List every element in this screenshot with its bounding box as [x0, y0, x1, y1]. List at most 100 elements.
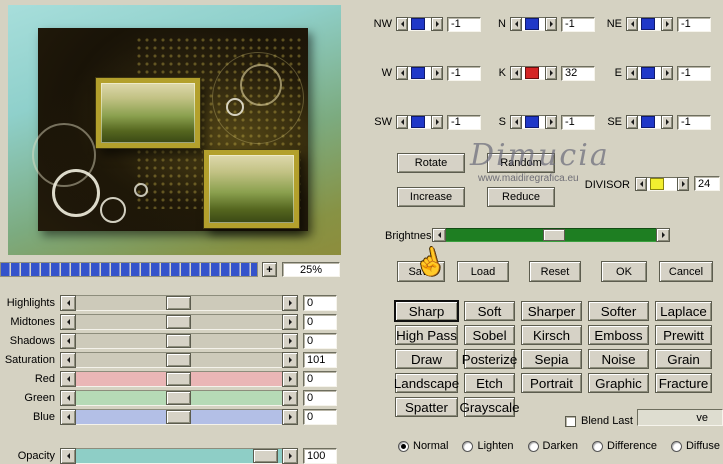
slider-left-arrow[interactable]: [510, 17, 522, 31]
kernel-slider-w[interactable]: [396, 66, 443, 80]
blend-combo-partial[interactable]: ve: [637, 409, 723, 426]
kernel-slider-sw[interactable]: [396, 115, 443, 129]
preset-button-graphic[interactable]: Graphic: [588, 373, 649, 393]
highlights-slider[interactable]: [60, 295, 298, 311]
opacity-slider[interactable]: [60, 448, 298, 464]
kernel-slider-k[interactable]: [510, 66, 557, 80]
slider-thumb[interactable]: [411, 67, 425, 79]
slider-right-arrow[interactable]: [677, 177, 689, 191]
preview-image[interactable]: [8, 5, 341, 255]
slider-left-arrow[interactable]: [60, 333, 76, 349]
preset-button-prewitt[interactable]: Prewitt: [655, 325, 712, 345]
slider-right-arrow[interactable]: [282, 390, 298, 406]
kernel-value-k[interactable]: 32: [561, 66, 595, 81]
slider-thumb[interactable]: [166, 410, 191, 424]
saturation-value[interactable]: 101: [303, 352, 337, 368]
slider-track[interactable]: [408, 115, 431, 129]
blend-last-checkbox[interactable]: Blend Last: [565, 415, 633, 427]
kernel-slider-s[interactable]: [510, 115, 557, 129]
green-slider[interactable]: [60, 390, 298, 406]
preset-button-posterize[interactable]: Posterize: [464, 349, 515, 369]
slider-thumb[interactable]: [166, 353, 191, 367]
blend-mode-darken[interactable]: Darken: [528, 440, 578, 452]
radio-icon[interactable]: [462, 441, 473, 452]
preset-button-soft[interactable]: Soft: [464, 301, 515, 321]
ok-button[interactable]: OK: [601, 261, 647, 282]
cancel-button[interactable]: Cancel: [659, 261, 713, 282]
preset-button-draw[interactable]: Draw: [395, 349, 458, 369]
slider-thumb[interactable]: [166, 296, 191, 310]
slider-right-arrow[interactable]: [282, 314, 298, 330]
kernel-slider-se[interactable]: [626, 115, 673, 129]
blend-mode-difference[interactable]: Difference: [592, 440, 657, 452]
preset-button-landscape[interactable]: Landscape: [395, 373, 458, 393]
slider-thumb[interactable]: [525, 18, 539, 30]
red-value[interactable]: 0: [303, 371, 337, 387]
kernel-value-e[interactable]: -1: [677, 66, 711, 81]
rotate-button[interactable]: Rotate: [397, 153, 465, 173]
preset-button-portrait[interactable]: Portrait: [521, 373, 582, 393]
load-button[interactable]: Load: [457, 261, 509, 282]
slider-track[interactable]: [522, 17, 545, 31]
preset-button-kirsch[interactable]: Kirsch: [521, 325, 582, 345]
divisor-value[interactable]: 24: [694, 176, 720, 191]
slider-left-arrow[interactable]: [60, 448, 76, 464]
preset-button-fracture[interactable]: Fracture: [655, 373, 712, 393]
midtones-slider[interactable]: [60, 314, 298, 330]
slider-thumb[interactable]: [525, 67, 539, 79]
kernel-value-se[interactable]: -1: [677, 115, 711, 130]
midtones-value[interactable]: 0: [303, 314, 337, 330]
kernel-slider-n[interactable]: [510, 17, 557, 31]
slider-thumb[interactable]: [543, 229, 565, 241]
preset-button-spatter[interactable]: Spatter: [395, 397, 458, 417]
slider-right-arrow[interactable]: [545, 66, 557, 80]
radio-icon[interactable]: [398, 441, 409, 452]
highlights-value[interactable]: 0: [303, 295, 337, 311]
slider-right-arrow[interactable]: [661, 17, 673, 31]
shadows-value[interactable]: 0: [303, 333, 337, 349]
blue-slider[interactable]: [60, 409, 298, 425]
slider-track[interactable]: [638, 66, 661, 80]
radio-icon[interactable]: [671, 441, 682, 452]
red-slider[interactable]: [60, 371, 298, 387]
slider-track[interactable]: [76, 333, 282, 349]
slider-track[interactable]: [76, 314, 282, 330]
slider-right-arrow[interactable]: [661, 66, 673, 80]
green-value[interactable]: 0: [303, 390, 337, 406]
slider-track[interactable]: [638, 17, 661, 31]
zoom-plus-button[interactable]: +: [262, 262, 277, 277]
blend-mode-normal[interactable]: Normal: [398, 440, 448, 452]
kernel-value-s[interactable]: -1: [561, 115, 595, 130]
slider-track[interactable]: [76, 390, 282, 406]
slider-right-arrow[interactable]: [282, 448, 298, 464]
kernel-slider-nw[interactable]: [396, 17, 443, 31]
slider-right-arrow[interactable]: [431, 115, 443, 129]
slider-right-arrow[interactable]: [282, 352, 298, 368]
slider-track[interactable]: [522, 66, 545, 80]
opacity-value[interactable]: 100: [303, 448, 337, 464]
preset-button-grain[interactable]: Grain: [655, 349, 712, 369]
slider-track[interactable]: [446, 228, 656, 242]
slider-left-arrow[interactable]: [626, 66, 638, 80]
slider-track[interactable]: [76, 295, 282, 311]
slider-left-arrow[interactable]: [396, 115, 408, 129]
slider-right-arrow[interactable]: [661, 115, 673, 129]
slider-left-arrow[interactable]: [510, 115, 522, 129]
radio-icon[interactable]: [592, 441, 603, 452]
slider-track[interactable]: [638, 115, 661, 129]
slider-thumb[interactable]: [166, 315, 191, 329]
kernel-value-ne[interactable]: -1: [677, 17, 711, 32]
slider-right-arrow[interactable]: [431, 17, 443, 31]
random-button[interactable]: Random: [487, 153, 555, 173]
preset-button-sharp[interactable]: Sharp: [395, 301, 458, 321]
slider-track[interactable]: [408, 17, 431, 31]
slider-left-arrow[interactable]: [510, 66, 522, 80]
slider-thumb[interactable]: [166, 334, 191, 348]
slider-right-arrow[interactable]: [431, 66, 443, 80]
slider-left-arrow[interactable]: [626, 115, 638, 129]
divisor-slider[interactable]: [635, 177, 689, 191]
slider-left-arrow[interactable]: [60, 295, 76, 311]
slider-thumb[interactable]: [253, 449, 278, 463]
preset-button-sobel[interactable]: Sobel: [464, 325, 515, 345]
saturation-slider[interactable]: [60, 352, 298, 368]
